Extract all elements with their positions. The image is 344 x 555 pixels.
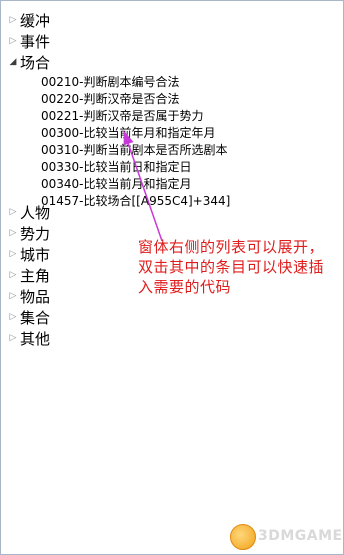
tree-leaf-item[interactable]: 00300-比较当前年月和指定年月 [41, 125, 216, 142]
tree-leaf-item[interactable]: 00210-判断剧本编号合法 [41, 74, 180, 91]
tree-node-label: 势力 [20, 225, 51, 243]
expand-arrow-icon[interactable]: ▷ [7, 311, 19, 323]
tree-node-label: 其他 [20, 330, 51, 348]
collapse-arrow-icon[interactable]: ◢ [7, 56, 19, 68]
tree-node-label: 缓冲 [20, 12, 51, 30]
annotation-line: 入需要的代码 [138, 278, 232, 296]
tree-node-label: 集合 [20, 309, 51, 327]
tree-node-label: 物品 [20, 288, 51, 306]
expand-arrow-icon[interactable]: ▷ [7, 206, 19, 218]
watermark-text: 3DMGAME [258, 528, 343, 544]
expand-arrow-icon[interactable]: ▷ [7, 248, 19, 260]
expand-arrow-icon[interactable]: ▷ [7, 332, 19, 344]
tree-leaf-item[interactable]: 00310-判断当前剧本是否所选剧本 [41, 142, 228, 159]
expand-arrow-icon[interactable]: ▷ [7, 290, 19, 302]
tree-leaf-item[interactable]: 00220-判断汉帝是否合法 [41, 91, 180, 108]
tree-leaf-item[interactable]: 01457-比较场合[[A955C4]+344] [41, 193, 230, 210]
tree-leaf-item[interactable]: 00340-比较当前月和指定月 [41, 176, 192, 193]
game-mascot-logo-icon [230, 524, 256, 550]
tree-leaf-item[interactable]: 00330-比较当前日和指定日 [41, 159, 192, 176]
watermark: 3DMGAME [230, 524, 342, 550]
tree-node-label: 城市 [20, 246, 51, 264]
annotation-callout: 窗体右侧的列表可以展开， 双击其中的条目可以快速插 入需要的代码 [138, 237, 336, 297]
expand-arrow-icon[interactable]: ▷ [7, 35, 19, 47]
tree-node-label: 人物 [20, 204, 51, 222]
tree-leaf-item[interactable]: 00221-判断汉帝是否属于势力 [41, 108, 204, 125]
expand-arrow-icon[interactable]: ▷ [7, 14, 19, 26]
tree-node-label: 事件 [20, 33, 51, 51]
tree-node-label: 场合 [20, 54, 51, 72]
tree-node-label: 主角 [20, 267, 51, 285]
expand-arrow-icon[interactable]: ▷ [7, 269, 19, 281]
expand-arrow-icon[interactable]: ▷ [7, 227, 19, 239]
annotation-line: 窗体右侧的列表可以展开， [138, 238, 325, 256]
annotation-line: 双击其中的条目可以快速插 [138, 258, 325, 276]
